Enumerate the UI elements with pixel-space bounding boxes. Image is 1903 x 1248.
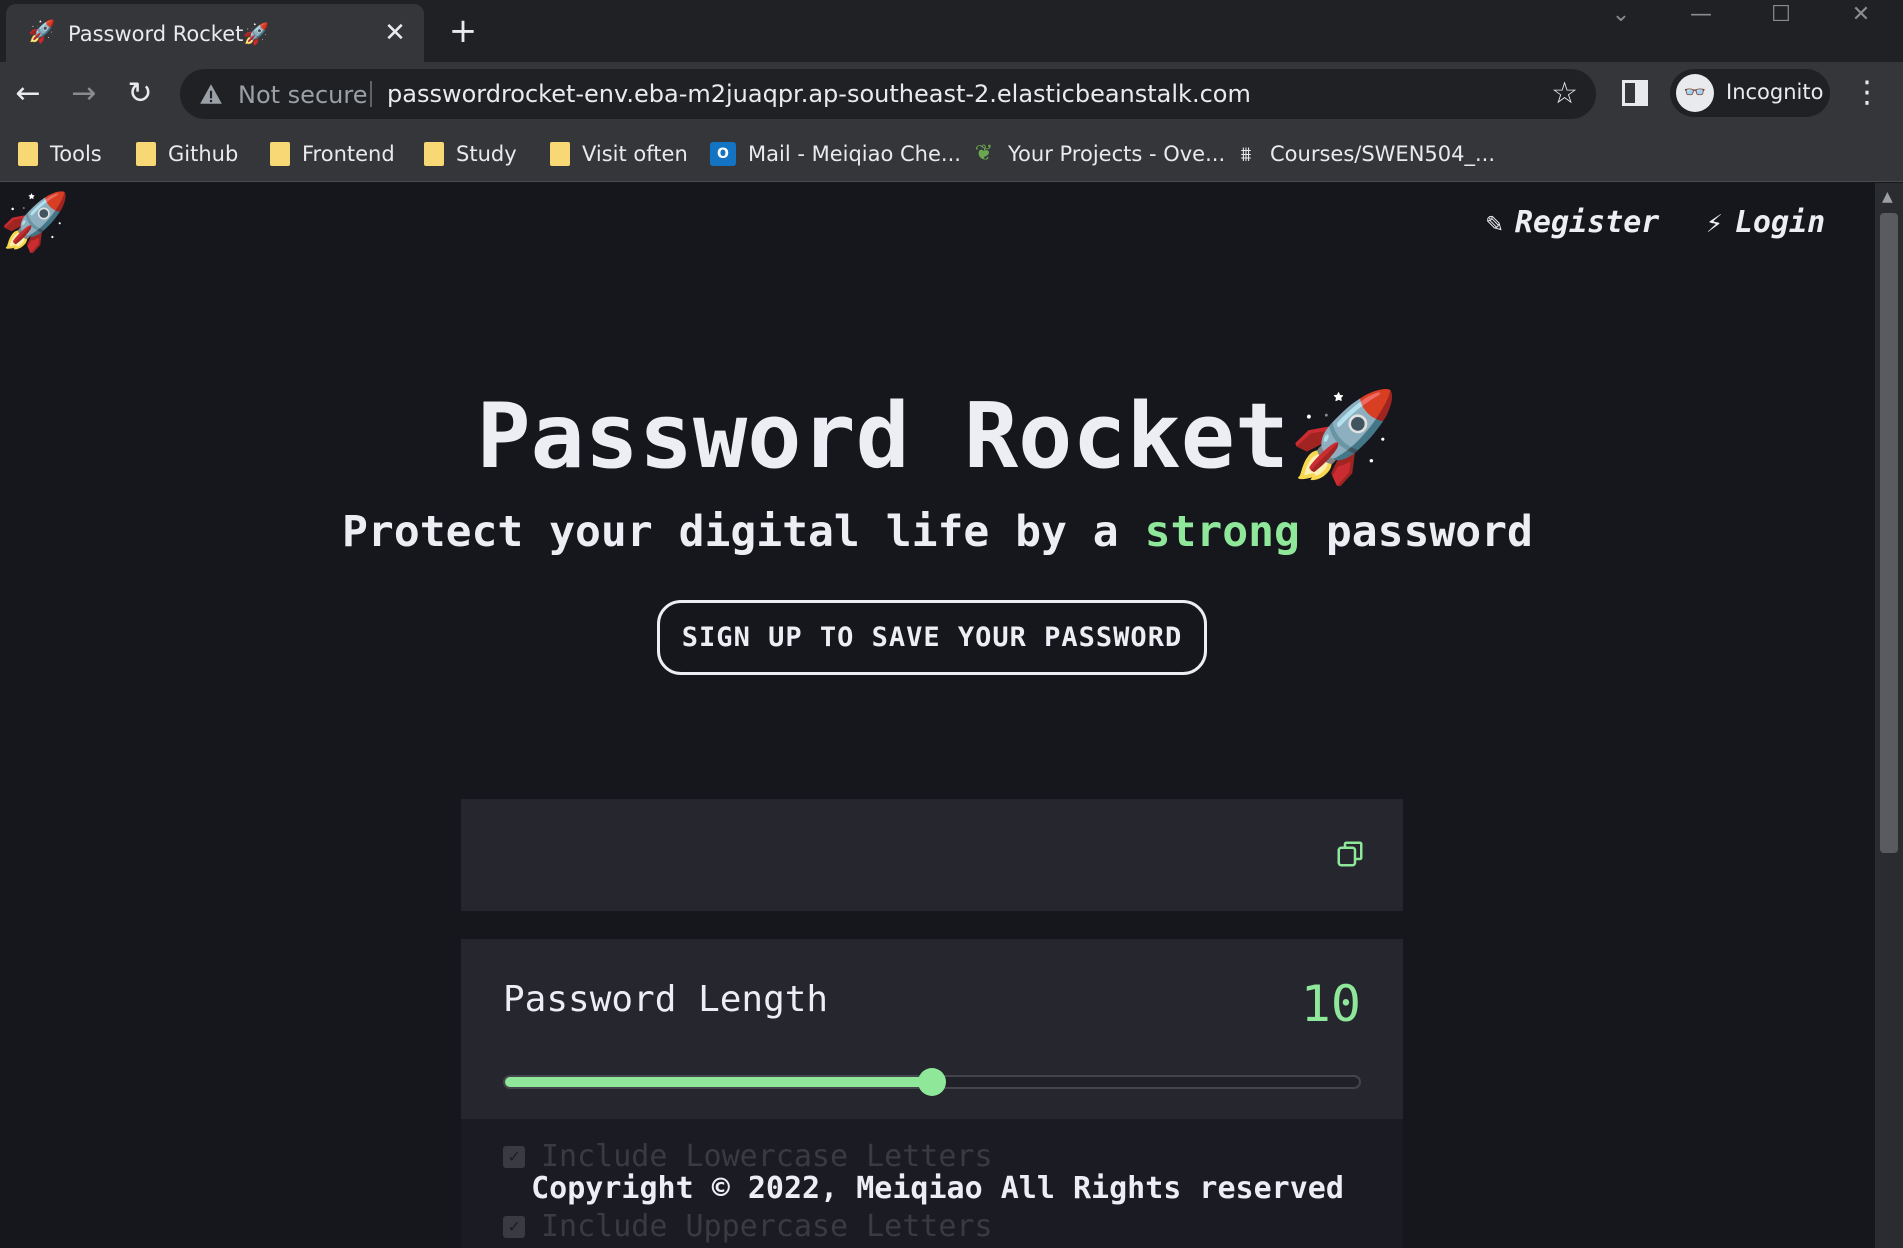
- profile-button[interactable]: 👓 Incognito: [1670, 69, 1830, 117]
- forward-button[interactable]: →: [62, 72, 106, 116]
- maximize-button[interactable]: ☐: [1746, 0, 1816, 32]
- edit-icon: ✎: [1486, 206, 1503, 239]
- bookmark-label: Study: [456, 142, 517, 166]
- folder-icon: [550, 142, 570, 166]
- register-link[interactable]: ✎ Register: [1486, 205, 1659, 240]
- folder-icon: [424, 142, 444, 166]
- option-uppercase[interactable]: ✓ Include Uppercase Letters: [503, 1209, 993, 1244]
- back-button[interactable]: ←: [6, 72, 50, 116]
- outlook-icon: O: [710, 142, 736, 166]
- bookmark-label: Mail - Meiqiao Che...: [748, 142, 961, 166]
- page-viewport: 🚀 ✎ Register ⚡ Login Password Rocket🚀 Pr…: [0, 183, 1875, 1248]
- leaf-icon: ❦: [974, 141, 994, 166]
- new-tab-button[interactable]: +: [446, 14, 480, 48]
- tab-strip: 🚀 Password Rocket🚀 ✕ + ⌄ — ☐ ✕: [0, 0, 1903, 62]
- bookmark-label: Frontend: [302, 142, 395, 166]
- bookmark-frontend[interactable]: Frontend: [270, 138, 395, 170]
- lightning-icon: ⚡: [1706, 206, 1723, 239]
- bookmark-study[interactable]: Study: [424, 138, 517, 170]
- login-link[interactable]: ⚡ Login: [1706, 205, 1825, 240]
- omnibox-divider: [370, 81, 372, 107]
- folder-icon: [136, 142, 156, 166]
- minimize-button[interactable]: —: [1666, 0, 1736, 32]
- bookmark-label: Your Projects - Ove...: [1008, 142, 1226, 166]
- length-slider-thumb[interactable]: [918, 1068, 946, 1096]
- active-tab[interactable]: 🚀 Password Rocket🚀 ✕: [6, 4, 424, 62]
- incognito-icon: 👓: [1676, 74, 1714, 112]
- login-label: Login: [1734, 205, 1826, 240]
- close-window-button[interactable]: ✕: [1826, 0, 1896, 32]
- option-label: Include Lowercase Letters: [541, 1139, 993, 1174]
- folder-icon: [270, 142, 290, 166]
- tab-title: Password Rocket🚀: [68, 22, 270, 46]
- hero-title-text: Password Rocket: [476, 384, 1290, 489]
- bookmark-github[interactable]: Github: [136, 138, 238, 170]
- warning-icon: [200, 84, 222, 104]
- password-output[interactable]: [461, 799, 1403, 911]
- bookmark-label: Tools: [50, 142, 102, 166]
- signup-button[interactable]: SIGN UP TO SAVE YOUR PASSWORD: [657, 600, 1207, 675]
- bookmarks-bar: Tools Github Frontend Study Visit often …: [0, 126, 1903, 182]
- browser-menu-icon[interactable]: ⋮: [1852, 76, 1882, 112]
- scrollbar-thumb[interactable]: [1880, 213, 1898, 853]
- tab-search-icon[interactable]: ⌄: [1586, 0, 1656, 32]
- subtitle-text: Protect your digital life by a: [342, 507, 1145, 557]
- security-status[interactable]: Not secure: [238, 81, 367, 109]
- reload-button[interactable]: ↻: [118, 72, 162, 116]
- copy-icon[interactable]: [1335, 839, 1365, 869]
- browser-toolbar: ← → ↻ Not secure passwordrocket-env.eba-…: [0, 62, 1903, 126]
- tab-close-icon[interactable]: ✕: [380, 18, 410, 48]
- bookmark-mail[interactable]: O Mail - Meiqiao Che...: [710, 138, 961, 170]
- register-label: Register: [1514, 205, 1660, 240]
- subtitle-accent: strong: [1144, 507, 1300, 557]
- address-bar[interactable]: Not secure passwordrocket-env.eba-m2juaq…: [180, 69, 1596, 119]
- option-label: Include Uppercase Letters: [541, 1209, 993, 1244]
- bookmark-label: Visit often: [582, 142, 688, 166]
- bookmark-visit-often[interactable]: Visit often: [550, 138, 688, 170]
- folder-icon: [18, 142, 38, 166]
- length-slider[interactable]: [503, 1068, 1361, 1096]
- option-lowercase[interactable]: ✓ Include Lowercase Letters: [503, 1139, 993, 1174]
- footer-copyright: Copyright © 2022, Meiqiao All Rights res…: [531, 1171, 1344, 1206]
- checkbox-icon[interactable]: ✓: [503, 1215, 525, 1238]
- subtitle-text-end: password: [1299, 507, 1533, 557]
- length-value: 10: [1300, 975, 1361, 1033]
- rocket-favicon-icon: 🚀: [28, 20, 56, 45]
- side-panel-icon[interactable]: [1622, 80, 1648, 106]
- length-label: Password Length: [503, 979, 829, 1020]
- page-scrollbar[interactable]: ▲: [1875, 183, 1903, 1248]
- hero-subtitle: Protect your digital life by a strong pa…: [0, 505, 1875, 559]
- rocket-icon: 🚀: [1289, 385, 1399, 488]
- rocket-logo-icon[interactable]: 🚀: [0, 191, 70, 255]
- bookmark-label: Github: [168, 142, 239, 166]
- checkbox-icon[interactable]: ✓: [503, 1145, 525, 1168]
- profile-label: Incognito: [1726, 80, 1824, 104]
- scroll-up-icon[interactable]: ▲: [1882, 189, 1893, 205]
- bookmark-tools[interactable]: Tools: [18, 138, 102, 170]
- length-slider-fill: [505, 1077, 932, 1087]
- bookmark-courses[interactable]: ⩩ Courses/SWEN504_...: [1234, 138, 1495, 170]
- bookmark-star-icon[interactable]: ☆: [1551, 77, 1578, 111]
- bookmark-your-projects[interactable]: ❦ Your Projects - Ove...: [972, 138, 1225, 170]
- url-text[interactable]: passwordrocket-env.eba-m2juaqpr.ap-south…: [387, 80, 1251, 108]
- bookmark-label: Courses/SWEN504_...: [1270, 142, 1496, 166]
- canvas-icon: ⩩: [1240, 142, 1252, 166]
- hero-title: Password Rocket🚀: [0, 383, 1875, 491]
